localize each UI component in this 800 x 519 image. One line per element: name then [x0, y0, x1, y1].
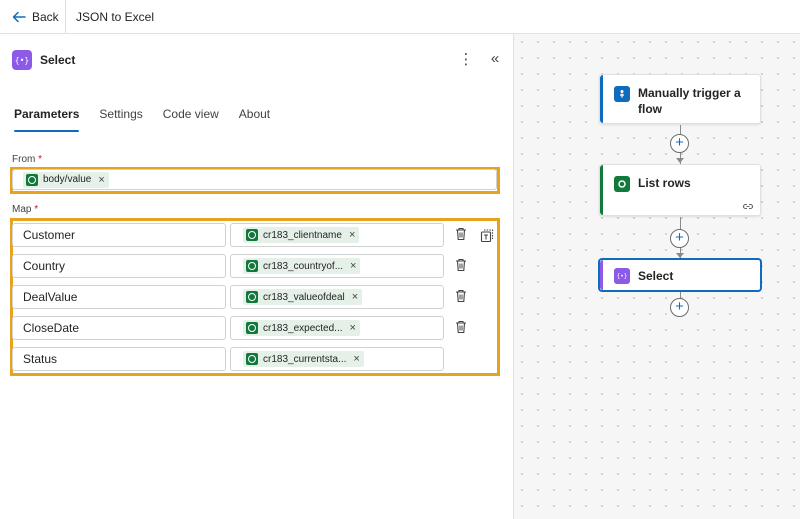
- dataverse-icon: [246, 229, 258, 241]
- delete-row-icon[interactable]: [455, 289, 467, 303]
- tab-settings[interactable]: Settings: [99, 107, 142, 131]
- map-label-text: Map: [12, 204, 32, 215]
- dataverse-icon: [614, 176, 630, 192]
- token-label: cr183_clientname: [263, 229, 342, 241]
- arrow-down-icon: [676, 253, 684, 258]
- dataverse-icon: [246, 353, 258, 365]
- switch-to-text-mode-icon[interactable]: [480, 229, 494, 243]
- map-row: Country cr183_countryof... ×: [12, 254, 492, 278]
- node-accent: [600, 75, 603, 123]
- map-key-input[interactable]: Customer: [12, 223, 226, 247]
- add-step-button[interactable]: +: [670, 298, 689, 317]
- tab-code-view[interactable]: Code view: [163, 107, 219, 131]
- value-token[interactable]: cr183_clientname ×: [243, 227, 360, 243]
- node-title: Select: [638, 269, 674, 283]
- map-row: Status cr183_currentsta... ×: [12, 347, 492, 371]
- token-label: body/value: [43, 174, 92, 185]
- map-row: Customer cr183_clientname ×: [12, 223, 492, 247]
- value-token[interactable]: cr183_valueofdeal ×: [243, 289, 363, 305]
- node-accent: [600, 165, 603, 215]
- from-input[interactable]: body/value ×: [12, 169, 497, 190]
- flow-node-select[interactable]: {•} Select: [599, 259, 761, 291]
- dataverse-icon: [246, 291, 258, 303]
- map-key-input[interactable]: DealValue: [12, 285, 226, 309]
- map-key-input[interactable]: CloseDate: [12, 316, 226, 340]
- link-icon: [742, 203, 754, 210]
- dataverse-icon: [26, 173, 38, 186]
- select-action-icon: {•}: [12, 50, 32, 70]
- map-label: Map *: [12, 204, 38, 215]
- panel-title: Select: [40, 53, 76, 67]
- remove-token-icon[interactable]: ×: [352, 292, 358, 303]
- map-value-input[interactable]: cr183_countryof... ×: [230, 254, 444, 278]
- remove-token-icon[interactable]: ×: [353, 354, 359, 365]
- flow-canvas: Manually trigger a flow + List rows + {•…: [513, 34, 800, 519]
- required-mark: *: [38, 154, 43, 165]
- arrow-left-icon: [12, 11, 26, 22]
- map-key-input[interactable]: Status: [12, 347, 226, 371]
- map-value-input[interactable]: cr183_clientname ×: [230, 223, 444, 247]
- tab-parameters[interactable]: Parameters: [14, 107, 80, 132]
- dataverse-icon: [246, 322, 258, 334]
- delete-row-icon[interactable]: [455, 320, 467, 334]
- node-accent: [600, 260, 603, 290]
- from-label: From *: [12, 154, 42, 165]
- flow-node-trigger[interactable]: Manually trigger a flow: [599, 74, 761, 124]
- node-title: Manually trigger a flow: [638, 86, 741, 116]
- back-label: Back: [32, 9, 59, 24]
- select-action-icon: {•}: [614, 268, 630, 284]
- add-step-button[interactable]: +: [670, 134, 689, 153]
- panel-tabs: Parameters Settings Code view About: [14, 107, 290, 132]
- map-key-input[interactable]: Country: [12, 254, 226, 278]
- required-mark: *: [34, 204, 39, 215]
- flow-title: JSON to Excel: [76, 9, 155, 24]
- remove-token-icon[interactable]: ×: [98, 174, 104, 185]
- remove-token-icon[interactable]: ×: [350, 261, 356, 272]
- delete-row-icon[interactable]: [455, 258, 467, 272]
- from-label-text: From: [12, 154, 36, 165]
- action-details-panel: {•} Select ⋮ « Parameters Settings Code …: [0, 34, 513, 519]
- token-label: cr183_currentsta...: [263, 353, 347, 365]
- add-step-button[interactable]: +: [670, 229, 689, 248]
- manual-trigger-icon: [614, 86, 630, 102]
- top-bar: Back JSON to Excel: [0, 0, 800, 34]
- token-label: cr183_countryof...: [263, 260, 344, 272]
- from-token[interactable]: body/value ×: [23, 171, 109, 188]
- value-token[interactable]: cr183_expected... ×: [243, 320, 360, 336]
- dataverse-icon: [246, 260, 258, 272]
- remove-token-icon[interactable]: ×: [349, 230, 355, 241]
- remove-token-icon[interactable]: ×: [350, 323, 356, 334]
- map-value-input[interactable]: cr183_expected... ×: [230, 316, 444, 340]
- map-row: CloseDate cr183_expected... ×: [12, 316, 492, 340]
- node-title: List rows: [638, 176, 691, 190]
- map-row: DealValue cr183_valueofdeal ×: [12, 285, 492, 309]
- collapse-panel-button[interactable]: «: [486, 50, 504, 70]
- flow-node-list-rows[interactable]: List rows: [599, 164, 761, 216]
- value-token[interactable]: cr183_countryof... ×: [243, 258, 361, 274]
- value-token[interactable]: cr183_currentsta... ×: [243, 351, 364, 367]
- tab-about[interactable]: About: [239, 107, 270, 131]
- more-options-button[interactable]: ⋮: [458, 50, 474, 70]
- panel-header: {•} Select: [12, 50, 75, 70]
- back-button[interactable]: Back: [0, 0, 66, 33]
- delete-row-icon[interactable]: [455, 227, 467, 241]
- map-value-input[interactable]: cr183_valueofdeal ×: [230, 285, 444, 309]
- arrow-down-icon: [676, 158, 684, 163]
- token-label: cr183_expected...: [263, 322, 343, 334]
- token-label: cr183_valueofdeal: [263, 291, 345, 303]
- map-value-input[interactable]: cr183_currentsta... ×: [230, 347, 444, 371]
